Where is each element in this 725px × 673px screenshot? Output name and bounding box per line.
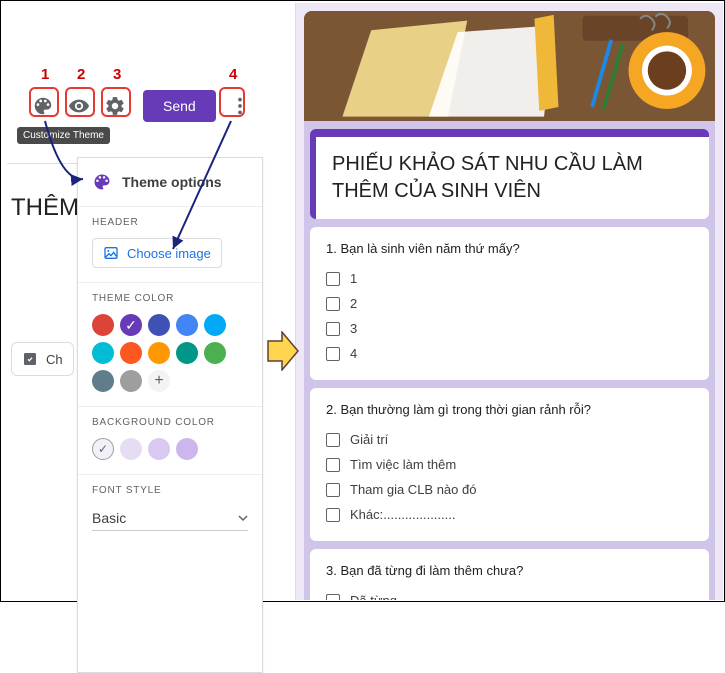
big-arrow-icon bbox=[266, 331, 300, 371]
theme-color-swatch[interactable] bbox=[148, 314, 170, 336]
font-style-label: FONT STYLE bbox=[92, 485, 248, 496]
add-color-button[interactable]: + bbox=[148, 370, 170, 392]
checkbox-icon bbox=[326, 508, 340, 522]
eye-icon bbox=[68, 95, 90, 117]
gear-icon bbox=[104, 95, 126, 117]
q2-text: 2. Bạn thường làm gì trong thời gian rản… bbox=[326, 402, 693, 417]
font-style-select[interactable]: Basic bbox=[92, 506, 248, 531]
bg-checkbox-fragment: Ch bbox=[11, 342, 74, 376]
annotation-number-3: 3 bbox=[113, 66, 121, 83]
form-title: PHIẾU KHẢO SÁT NHU CẦU LÀM THÊM CỦA SINH… bbox=[332, 151, 693, 205]
annotation-number-1: 1 bbox=[41, 66, 49, 83]
panel-title: Theme options bbox=[122, 174, 222, 190]
send-button[interactable]: Send bbox=[143, 90, 216, 122]
bg-color-swatch[interactable] bbox=[148, 438, 170, 460]
kebab-icon bbox=[229, 95, 251, 117]
option-label: 1 bbox=[350, 271, 357, 286]
theme-color-swatch[interactable] bbox=[92, 370, 114, 392]
checkbox-icon bbox=[326, 594, 340, 601]
bg-color-swatch[interactable] bbox=[120, 438, 142, 460]
choose-image-label: Choose image bbox=[127, 246, 211, 261]
bg-color-swatch[interactable] bbox=[176, 438, 198, 460]
theme-options-panel: Theme options HEADER Choose image THEME … bbox=[77, 157, 263, 673]
theme-color-swatch[interactable] bbox=[92, 342, 114, 364]
form-preview: PHIẾU KHẢO SÁT NHU CẦU LÀM THÊM CỦA SINH… bbox=[295, 3, 723, 600]
header-section-label: HEADER bbox=[92, 217, 248, 228]
q1-option[interactable]: 2 bbox=[326, 291, 693, 316]
checkbox-icon bbox=[326, 322, 340, 336]
option-label: Tìm việc làm thêm bbox=[350, 457, 456, 472]
option-label: Giải trí bbox=[350, 432, 388, 447]
q3-text: 3. Bạn đã từng đi làm thêm chưa? bbox=[326, 563, 693, 578]
bg-checkbox-label-fragment: Ch bbox=[46, 352, 63, 367]
checkbox-icon bbox=[326, 433, 340, 447]
checkbox-icon bbox=[326, 458, 340, 472]
customize-theme-tooltip: Customize Theme bbox=[17, 127, 110, 144]
option-label: Tham gia CLB nào đó bbox=[350, 482, 476, 497]
palette-icon bbox=[32, 95, 54, 117]
q2-option[interactable]: Tham gia CLB nào đó bbox=[326, 477, 693, 502]
q2-option[interactable]: Tìm việc làm thêm bbox=[326, 452, 693, 477]
question-card-3: 3. Bạn đã từng đi làm thêm chưa? Đã từng bbox=[310, 549, 709, 600]
q2-option[interactable]: Giải trí bbox=[326, 427, 693, 452]
checkbox-icon bbox=[326, 347, 340, 361]
palette-icon bbox=[92, 172, 112, 192]
option-label: 4 bbox=[350, 346, 357, 361]
bg-color-label: BACKGROUND COLOR bbox=[92, 417, 248, 428]
q1-option[interactable]: 4 bbox=[326, 341, 693, 366]
annotation-number-2: 2 bbox=[77, 66, 85, 83]
theme-color-swatches: + bbox=[92, 314, 248, 392]
form-toolbar: Send bbox=[25, 84, 265, 128]
option-label: Đã từng bbox=[350, 593, 397, 600]
theme-color-swatch[interactable] bbox=[148, 342, 170, 364]
question-card-2: 2. Bạn thường làm gì trong thời gian rản… bbox=[310, 388, 709, 541]
q1-option[interactable]: 3 bbox=[326, 316, 693, 341]
checkbox-icon bbox=[326, 272, 340, 286]
checkbox-icon bbox=[326, 483, 340, 497]
question-card-1: 1. Bạn là sinh viên năm thứ mấy? 1 2 3 4 bbox=[310, 227, 709, 380]
bg-title-fragment: THÊM bbox=[11, 194, 79, 222]
theme-color-swatch[interactable] bbox=[176, 314, 198, 336]
theme-color-swatch[interactable] bbox=[120, 342, 142, 364]
checkbox-checked-icon bbox=[22, 351, 38, 367]
q2-option[interactable]: Khác:.................... bbox=[326, 502, 693, 527]
customize-theme-button[interactable] bbox=[25, 88, 61, 124]
checkbox-icon bbox=[326, 297, 340, 311]
preview-button[interactable] bbox=[61, 88, 97, 124]
settings-button[interactable] bbox=[97, 88, 133, 124]
bg-color-swatch[interactable] bbox=[92, 438, 114, 460]
annotation-number-4: 4 bbox=[229, 66, 237, 83]
option-label: 3 bbox=[350, 321, 357, 336]
theme-color-swatch[interactable] bbox=[120, 314, 142, 336]
image-icon bbox=[103, 245, 119, 261]
q1-option[interactable]: 1 bbox=[326, 266, 693, 291]
form-background-fragment: THÊM Ch bbox=[7, 163, 77, 593]
bg-color-swatches bbox=[92, 438, 248, 460]
theme-color-swatch[interactable] bbox=[204, 314, 226, 336]
q1-text: 1. Bạn là sinh viên năm thứ mấy? bbox=[326, 241, 693, 256]
form-header-image bbox=[304, 11, 715, 121]
option-label: Khác:.................... bbox=[350, 507, 455, 522]
option-label: 2 bbox=[350, 296, 357, 311]
theme-color-label: THEME COLOR bbox=[92, 293, 248, 304]
q3-option[interactable]: Đã từng bbox=[326, 588, 693, 600]
font-style-value: Basic bbox=[92, 510, 126, 526]
choose-image-button[interactable]: Choose image bbox=[92, 238, 222, 268]
form-title-card: PHIẾU KHẢO SÁT NHU CẦU LÀM THÊM CỦA SINH… bbox=[310, 129, 709, 219]
editor-left-pane: Send Customize Theme THÊM Ch Theme optio… bbox=[3, 81, 265, 596]
theme-color-swatch[interactable] bbox=[120, 370, 142, 392]
theme-color-swatch[interactable] bbox=[204, 342, 226, 364]
more-button[interactable] bbox=[222, 88, 258, 124]
chevron-down-icon bbox=[238, 513, 248, 523]
theme-color-swatch[interactable] bbox=[92, 314, 114, 336]
theme-color-swatch[interactable] bbox=[176, 342, 198, 364]
